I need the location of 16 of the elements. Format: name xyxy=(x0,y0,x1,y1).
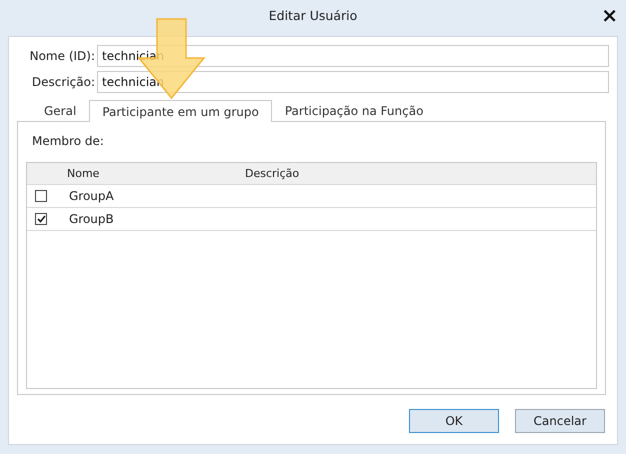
tab[interactable]: Participante em um grupo xyxy=(89,100,272,122)
dialog-button[interactable]: OK xyxy=(409,409,499,433)
table-cell: GroupB xyxy=(69,212,114,226)
checkbox[interactable] xyxy=(35,213,47,225)
field-label: Nome (ID): xyxy=(28,49,95,63)
tab[interactable]: Geral xyxy=(31,100,90,121)
column-header: Descrição xyxy=(245,167,300,180)
dialog-button[interactable]: Cancelar xyxy=(515,409,605,433)
column-header: Nome xyxy=(67,167,100,180)
field-label: Descrição: xyxy=(30,75,95,89)
window-title: Editar Usuário xyxy=(268,8,358,22)
close-button[interactable]: × xyxy=(601,5,618,25)
checkbox[interactable] xyxy=(35,190,47,202)
table-cell: GroupA xyxy=(69,189,114,203)
tab[interactable]: Participação na Função xyxy=(272,100,436,121)
section-label: Membro de: xyxy=(32,134,105,148)
